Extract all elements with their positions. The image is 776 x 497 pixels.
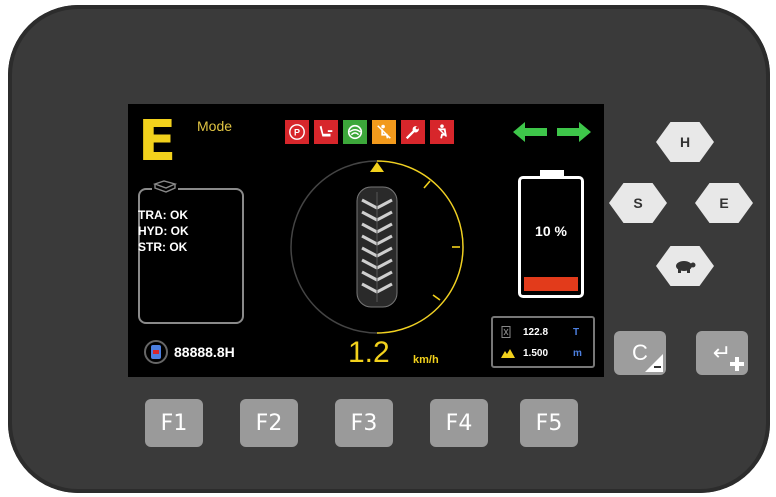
mode-label: Mode <box>197 118 233 134</box>
mode-letter: E <box>138 109 177 174</box>
display-screen: E Mode P TRA: OK HYD: OK STR: OK 88888.8… <box>128 104 604 377</box>
f5-key[interactable]: F5 <box>520 399 578 447</box>
hour-meter-value: 88888.8H <box>174 344 235 360</box>
svg-text:P: P <box>294 128 300 138</box>
diag-hyd: HYD: OK <box>138 224 189 238</box>
diag-tra: TRA: OK <box>138 208 188 222</box>
f4-key[interactable]: F4 <box>430 399 488 447</box>
diag-str: STR: OK <box>138 240 188 254</box>
load-height-panel: 122.8 T 1.500 m <box>491 316 595 368</box>
nav-left-label: S <box>633 195 643 211</box>
nav-right-label: E <box>719 195 729 211</box>
speed-value: 1.2 <box>348 336 390 369</box>
f3-key[interactable]: F3 <box>335 399 393 447</box>
load-row: 122.8 T <box>501 326 591 338</box>
battery-level-fill <box>524 277 578 291</box>
battery-icon: 10 % <box>518 176 584 298</box>
steering-icon <box>343 120 367 144</box>
maintenance-wrench-icon <box>401 120 425 144</box>
hour-meter: 88888.8H <box>144 340 235 364</box>
height-unit: m <box>573 347 582 359</box>
cancel-button[interactable]: C <box>614 331 666 375</box>
minus-icon <box>645 354 663 372</box>
enter-button[interactable]: ↵ <box>696 331 748 375</box>
direction-arrows-icon <box>513 122 591 142</box>
manual-book-icon <box>152 179 178 195</box>
plus-icon <box>730 357 744 371</box>
nav-up-label: H <box>679 134 691 150</box>
seat-icon <box>314 120 338 144</box>
speed-gauge <box>290 160 464 334</box>
battery-percent: 10 % <box>535 223 567 239</box>
hourglass-icon <box>144 340 168 364</box>
parking-brake-icon: P <box>285 120 309 144</box>
f1-key[interactable]: F1 <box>145 399 203 447</box>
seatbelt-icon <box>430 120 454 144</box>
diagnostics-list: TRA: OK HYD: OK STR: OK <box>138 207 189 255</box>
operator-absent-icon <box>372 120 396 144</box>
load-scale-icon <box>501 326 511 338</box>
speed-unit: km/h <box>413 354 439 366</box>
height-mountain-icon <box>501 349 515 358</box>
height-row: 1.500 m <box>501 347 591 359</box>
turtle-icon <box>676 261 696 273</box>
f2-key[interactable]: F2 <box>240 399 298 447</box>
status-icon-bar: P <box>285 120 454 144</box>
load-value: 122.8 <box>523 326 549 338</box>
height-value: 1.500 <box>523 347 549 359</box>
load-unit: T <box>573 326 580 338</box>
